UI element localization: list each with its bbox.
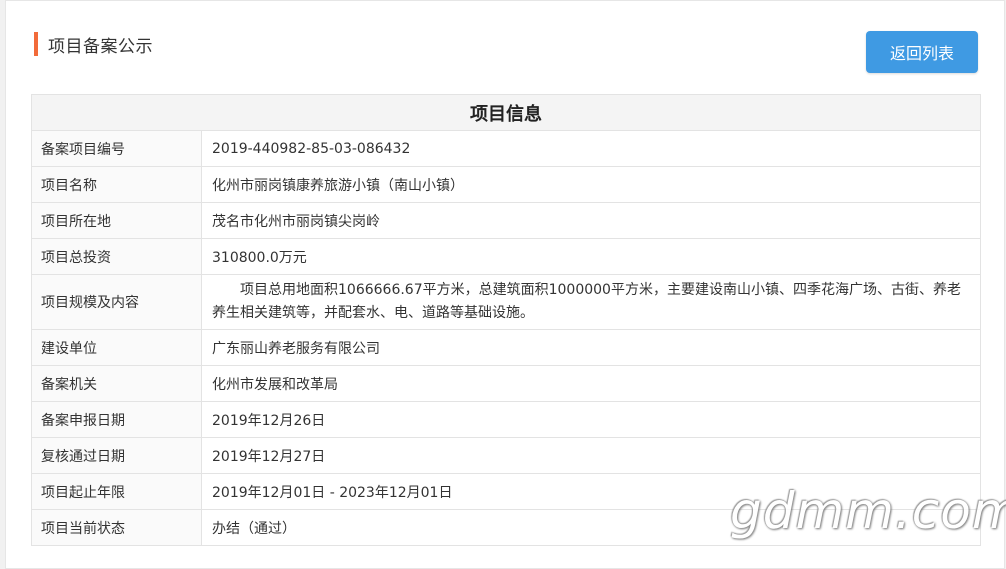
row-label: 项目规模及内容 [31,274,202,330]
table-row: 备案申报日期 2019年12月26日 [31,401,981,438]
row-label: 建设单位 [31,329,202,366]
row-label: 复核通过日期 [31,437,202,474]
table-header-row: 项目信息 [31,94,981,131]
title-accent-bar [34,32,38,56]
row-value: 化州市发展和改革局 [201,365,981,402]
row-label: 备案项目编号 [31,130,202,167]
row-label: 项目名称 [31,166,202,203]
back-to-list-button[interactable]: 返回列表 [866,31,978,73]
page-header: 项目备案公示 [34,32,153,57]
row-value: 办结（通过） [201,509,981,546]
row-label: 项目当前状态 [31,509,202,546]
table-row: 项目名称 化州市丽岗镇康养旅游小镇（南山小镇） [31,166,981,203]
table-row: 备案机关 化州市发展和改革局 [31,365,981,402]
row-label: 项目所在地 [31,202,202,239]
page-title: 项目备案公示 [48,36,153,57]
row-value: 2019年12月01日 - 2023年12月01日 [201,473,981,510]
table-row: 项目所在地 茂名市化州市丽岗镇尖岗岭 [31,202,981,239]
row-value: 2019年12月27日 [201,437,981,474]
table-row: 项目总投资 310800.0万元 [31,238,981,275]
row-value: 项目总用地面积1066666.67平方米，总建筑面积1000000平方米，主要建… [201,274,981,330]
row-value: 化州市丽岗镇康养旅游小镇（南山小镇） [201,166,981,203]
table-row: 项目当前状态 办结（通过） [31,509,981,546]
row-label: 项目总投资 [31,238,202,275]
row-value: 2019年12月26日 [201,401,981,438]
table-row: 建设单位 广东丽山养老服务有限公司 [31,329,981,366]
table-row: 项目规模及内容 项目总用地面积1066666.67平方米，总建筑面积100000… [31,274,981,330]
scale-content-text: 项目总用地面积1066666.67平方米，总建筑面积1000000平方米，主要建… [212,282,961,321]
table-row: 复核通过日期 2019年12月27日 [31,437,981,474]
row-value: 310800.0万元 [201,238,981,275]
table-row: 备案项目编号 2019-440982-85-03-086432 [31,130,981,167]
row-value: 2019-440982-85-03-086432 [201,130,981,167]
content-panel: 项目备案公示 返回列表 项目信息 备案项目编号 2019-440982-85-0… [5,0,1005,569]
table-caption: 项目信息 [31,94,981,131]
project-info-table: 项目信息 备案项目编号 2019-440982-85-03-086432 项目名… [31,94,981,546]
table-row: 项目起止年限 2019年12月01日 - 2023年12月01日 [31,473,981,510]
row-label: 备案申报日期 [31,401,202,438]
row-value: 茂名市化州市丽岗镇尖岗岭 [201,202,981,239]
row-label: 备案机关 [31,365,202,402]
row-label: 项目起止年限 [31,473,202,510]
row-value: 广东丽山养老服务有限公司 [201,329,981,366]
